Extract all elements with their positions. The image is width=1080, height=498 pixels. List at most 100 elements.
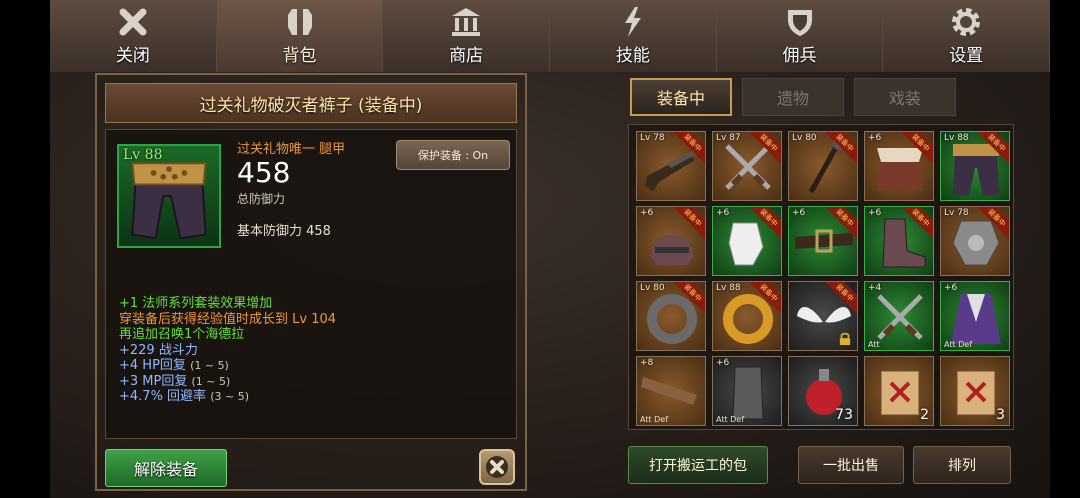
slot-level: Lv 78 <box>944 208 969 218</box>
belt-slot[interactable]: +6 装备中 <box>788 206 858 276</box>
total-defense-value: 458 <box>237 156 291 189</box>
slot-level: Lv 80 <box>640 283 665 293</box>
effect-line: +3 MP回复 (1 ~ 5) <box>119 374 509 390</box>
effect-text: +4 HP回复 <box>119 358 186 373</box>
tab-label: 背包 <box>282 46 317 66</box>
pants-slot[interactable]: Lv 88 装备中 <box>940 131 1010 201</box>
item-type: 过关礼物唯一 腿甲 <box>237 142 346 157</box>
fur-armor-slot[interactable]: +6 装备中 <box>864 131 934 201</box>
slot-level: +6 <box>868 133 882 143</box>
slot-level: +6 <box>944 283 958 293</box>
game-screen: 关闭 背包 商店 技能 佣兵 设置 过关礼物破灭者裤子 (装备中) Lv 88 … <box>0 0 1080 498</box>
boots-slot[interactable]: +6 装备中 <box>864 206 934 276</box>
effect-range: (3 ~ 5) <box>210 390 249 403</box>
close-detail-button[interactable] <box>479 449 515 485</box>
inventory-grid: Lv 78 装备中 Lv 87 装备中 Lv 80 装备中 +6 装备中 Lv 88 装备中 +6 装… <box>628 124 1014 430</box>
tab-mercenary[interactable]: 佣兵 <box>716 0 884 72</box>
stack-count: 3 <box>996 407 1005 423</box>
inventory-tabs: 装备中 遗物 戏装 <box>630 78 956 116</box>
att-def-tags: Att Def <box>716 415 745 424</box>
effect-line: +4.7% 回避率 (3 ~ 5) <box>119 389 509 405</box>
effect-text: +4.7% 回避率 <box>119 389 207 404</box>
slot-level: Lv 80 <box>792 133 817 143</box>
shield-icon <box>787 10 812 36</box>
screen-edge-right <box>1050 0 1080 498</box>
base-defense: 基本防御力 458 <box>237 224 331 239</box>
screen-edge-left <box>0 0 50 498</box>
effect-line: +229 战斗力 <box>119 343 509 359</box>
leg-armor-slot[interactable]: +6 Att Def <box>712 356 782 426</box>
tab-label: 遗物 <box>776 89 809 108</box>
tab-label: 商店 <box>449 46 484 66</box>
top-menu: 关闭 背包 商店 技能 佣兵 设置 <box>50 0 1051 72</box>
unequip-button[interactable]: 解除装备 <box>105 449 227 487</box>
item-detail-panel: 过关礼物破灭者裤子 (装备中) Lv 88 过关礼物唯一 腿甲 458 总防御力… <box>95 73 527 491</box>
helmet-slot[interactable]: +6 装备中 <box>636 206 706 276</box>
item-title: 过关礼物破灭者裤子 (装备中) <box>199 95 423 116</box>
slot-level: +6 <box>640 208 654 218</box>
tab-label: 关闭 <box>115 46 150 66</box>
att-def-tags: Att <box>868 340 880 349</box>
effect-line: 穿装备后获得经验值时成长到 Lv 104 <box>119 311 337 327</box>
tab-bag[interactable]: 背包 <box>216 0 384 72</box>
item-title-banner: 过关礼物破灭者裤子 (装备中) <box>105 83 517 123</box>
slot-level: +6 <box>792 208 806 218</box>
tab-close[interactable]: 关闭 <box>50 0 217 72</box>
close-icon <box>486 456 508 478</box>
tab-shop[interactable]: 商店 <box>383 0 551 72</box>
sort-label: 排列 <box>948 458 976 474</box>
item-info-box: Lv 88 过关礼物唯一 腿甲 458 总防御力 基本防御力 458 保护装备 … <box>105 129 517 439</box>
tab-label: 设置 <box>949 46 984 66</box>
sort-button[interactable]: 排列 <box>913 446 1011 484</box>
tab-skills[interactable]: 技能 <box>550 0 717 72</box>
crossed-swords-slot[interactable]: Lv 87 装备中 <box>712 131 782 201</box>
gold-ring-slot[interactable]: Lv 88 装备中 <box>712 281 782 351</box>
unequip-label: 解除装备 <box>133 460 198 479</box>
tab-relics[interactable]: 遗物 <box>742 78 844 116</box>
wooden-club-slot[interactable]: +8 Att Def <box>636 356 706 426</box>
staff-slot[interactable]: Lv 80 装备中 <box>788 131 858 201</box>
tab-settings[interactable]: 设置 <box>883 0 1051 72</box>
tab-label: 技能 <box>615 46 650 66</box>
close-icon <box>119 8 147 36</box>
gear-icon <box>952 8 981 36</box>
stack-count: 2 <box>920 407 929 423</box>
protect-equipment-button[interactable]: 保护装备 : On <box>396 140 510 170</box>
iron-ring-slot[interactable]: Lv 80 装备中 <box>636 281 706 351</box>
effect-line: +4 HP回复 (1 ~ 5) <box>119 358 509 374</box>
slot-level: Lv 88 <box>944 133 969 143</box>
scroll-red2-slot[interactable]: 3 <box>940 356 1010 426</box>
slot-level: +6 <box>868 208 882 218</box>
protect-label: 保护装备 : On <box>417 149 489 162</box>
tab-costume[interactable]: 戏装 <box>854 78 956 116</box>
stack-count: 73 <box>835 407 853 423</box>
slot-level: Lv 87 <box>716 133 741 143</box>
tab-equipped[interactable]: 装备中 <box>630 78 732 116</box>
gloves-slot[interactable]: +6 装备中 <box>712 206 782 276</box>
cloak-slot[interactable]: +6 Att Def <box>940 281 1010 351</box>
wings-slot[interactable]: 装备中 <box>788 281 858 351</box>
effect-text: +3 MP回复 <box>119 373 188 389</box>
slot-level: Lv 88 <box>716 283 741 293</box>
bulk-sell-button[interactable]: 一批出售 <box>798 446 904 484</box>
dark-swords-slot[interactable]: +4 Att <box>864 281 934 351</box>
slot-level: +8 <box>640 358 654 368</box>
effect-line: +1 法师系列套装效果增加 <box>119 296 273 311</box>
effect-range: (1 ~ 5) <box>190 359 229 372</box>
tab-label: 佣兵 <box>782 46 817 66</box>
scroll-red-slot[interactable]: 2 <box>864 356 934 426</box>
bulk-sell-label: 一批出售 <box>823 458 879 474</box>
total-defense-caption: 总防御力 <box>237 192 286 206</box>
amulet-slot[interactable]: Lv 78 装备中 <box>940 206 1010 276</box>
open-porter-bag-button[interactable]: 打开搬运工的包 <box>628 446 768 484</box>
effect-text: +229 战斗力 <box>119 342 198 358</box>
item-icon-frame: Lv 88 <box>117 144 221 248</box>
potion-slot[interactable]: 73 <box>788 356 858 426</box>
att-def-tags: Att Def <box>944 340 973 349</box>
armor-icon <box>287 9 312 35</box>
shotgun-slot[interactable]: Lv 78 装备中 <box>636 131 706 201</box>
porter-label: 打开搬运工的包 <box>649 458 747 474</box>
slot-level: +6 <box>716 208 730 218</box>
slot-level: +6 <box>716 358 730 368</box>
effect-range: (1 ~ 5) <box>191 374 231 388</box>
